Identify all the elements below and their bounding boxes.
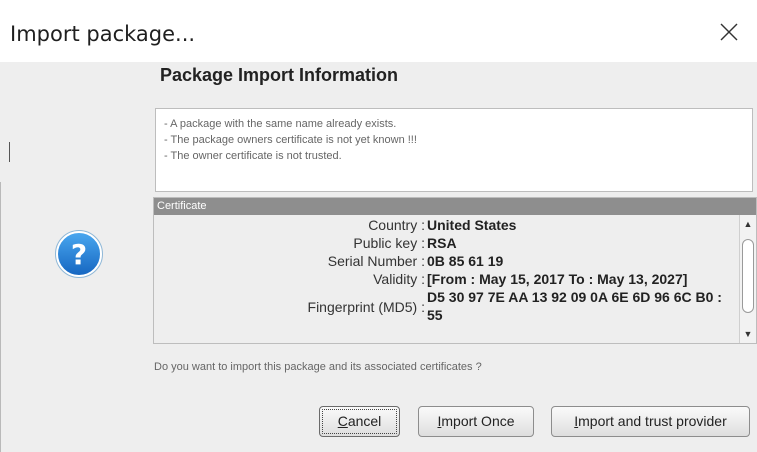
dialog-heading: Package Import Information [160,65,399,85]
scroll-down-arrow-icon[interactable]: ▼ [742,328,754,340]
left-edge-border [0,182,1,452]
title-bar: Import package... [0,0,757,62]
svg-text:?: ? [71,238,87,271]
left-edge-marker [9,142,10,162]
import-and-trust-button[interactable]: Import and trust provider [551,406,750,437]
cert-row-fingerprint: Fingerprint (MD5) : D5 30 97 7E AA 13 92… [154,289,739,325]
cert-value: D5 30 97 7E AA 13 92 09 0A 6E 6D 96 6C B… [427,289,722,305]
import-once-button[interactable]: Import Once [418,406,534,437]
close-button[interactable] [711,14,747,50]
info-message-box: - A package with the same name already e… [155,108,753,192]
cert-value: RSA [427,235,457,251]
certificate-details: Country : United States Public key : RSA… [154,215,739,343]
cert-label: Fingerprint (MD5) : [307,299,425,315]
scroll-thumb[interactable] [742,239,754,313]
certificate-scrollbar[interactable]: ▲ ▼ [739,215,756,343]
question-icon: ? [55,230,103,278]
info-line: - A package with the same name already e… [164,118,397,130]
cert-label: Serial Number : [327,253,425,269]
cancel-button[interactable]: Cancel [319,406,400,437]
cert-value-continued: 55 [427,307,443,323]
cert-label: Validity : [373,271,425,287]
scroll-up-arrow-icon[interactable]: ▲ [742,218,754,230]
certificate-panel: Certificate Country : United States Publ… [153,197,757,344]
cert-row-public-key: Public key : RSA [154,235,739,253]
cert-row-serial-number: Serial Number : 0B 85 61 19 [154,253,739,271]
info-line: - The package owners certificate is not … [164,134,417,146]
certificate-header: Certificate [154,198,756,215]
close-x-icon [720,23,738,41]
info-line: - The owner certificate is not trusted. [164,150,342,162]
cert-value: [From : May 15, 2017 To : May 13, 2027] [427,271,688,287]
cert-value: 0B 85 61 19 [427,253,504,269]
cert-row-country: Country : United States [154,217,739,235]
cert-row-validity: Validity : [From : May 15, 2017 To : May… [154,271,739,289]
cert-value: United States [427,217,517,233]
cert-label: Public key : [353,235,425,251]
dialog-body: Package Import Information - A package w… [0,62,757,452]
cert-label: Country : [368,217,425,233]
window-title: Import package... [10,22,196,46]
import-question: Do you want to import this package and i… [154,361,482,373]
